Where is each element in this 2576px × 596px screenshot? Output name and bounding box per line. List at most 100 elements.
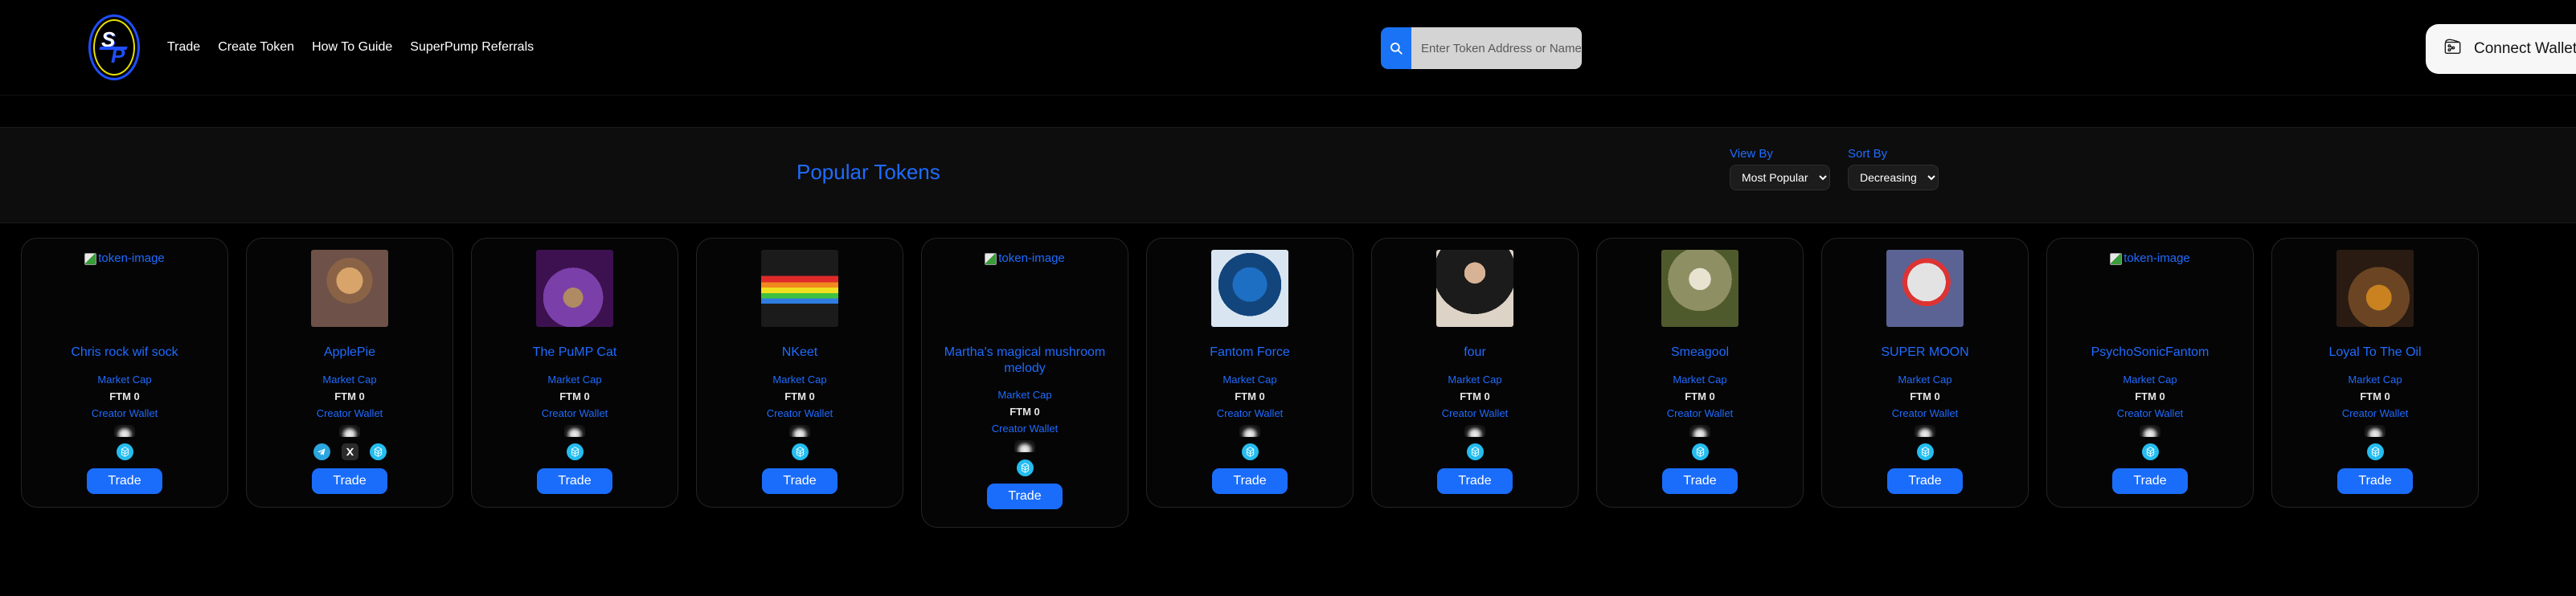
main-navigation: Trade Create Token How To Guide SuperPum… [167, 40, 534, 55]
token-name[interactable]: Chris rock wif sock [31, 345, 218, 361]
market-cap-value: FTM 0 [334, 390, 365, 402]
trade-button[interactable]: Trade [987, 484, 1063, 510]
social-links [1466, 443, 1484, 461]
broken-image-icon [985, 253, 997, 265]
search-icon[interactable] [1381, 27, 1411, 69]
token-name[interactable]: NKeet [706, 345, 893, 361]
token-name[interactable]: four [1382, 345, 1568, 361]
connect-wallet-label: Connect Wallet [2474, 40, 2576, 57]
creator-wallet-label: Creator Wallet [2341, 406, 2409, 419]
social-links [1691, 443, 1709, 461]
trade-button[interactable]: Trade [762, 467, 838, 494]
token-card[interactable]: Fantom Force Market Cap FTM 0 Creator Walle… [1146, 238, 1354, 508]
fantom-icon[interactable] [1466, 443, 1484, 461]
creator-avatar[interactable] [564, 424, 585, 437]
token-search-bar[interactable] [1381, 27, 1582, 69]
nav-create-token[interactable]: Create Token [218, 40, 294, 55]
token-card[interactable]: token-image Martha's magical mushroom mel… [921, 238, 1128, 529]
creator-wallet-label: Creator Wallet [991, 423, 1059, 435]
token-card[interactable]: Smeagool Market Cap FTM 0 Creator Wallet Tra… [1596, 238, 1804, 508]
search-input[interactable] [1411, 27, 1582, 69]
nav-trade[interactable]: Trade [167, 40, 200, 55]
market-cap-label: Market Cap [772, 373, 827, 386]
token-name[interactable]: The PuMP Cat [481, 345, 668, 361]
social-links [2141, 443, 2159, 461]
x-icon[interactable] [341, 443, 358, 461]
fantom-icon[interactable] [116, 443, 133, 461]
fantom-icon[interactable] [1916, 443, 1934, 461]
creator-wallet-label: Creator Wallet [1216, 406, 1284, 419]
logo-inner-ring: S P [93, 19, 135, 76]
token-card[interactable]: ApplePie Market Cap FTM 0 Creator Wallet Tra… [246, 238, 453, 508]
token-name[interactable]: Fantom Force [1157, 345, 1343, 361]
creator-wallet-label: Creator Wallet [1441, 406, 1509, 419]
market-cap-label: Market Cap [1448, 373, 1502, 386]
nav-superpump-referrals[interactable]: SuperPump Referrals [410, 40, 534, 55]
token-card[interactable]: token-image Chris rock wif sock Market Cap… [21, 238, 228, 508]
token-name[interactable]: Martha's magical mushroom melody [932, 345, 1118, 376]
token-image-broken: token-image [2057, 250, 2243, 327]
token-card[interactable]: Loyal To The Oil Market Cap FTM 0 Creator W… [2271, 238, 2479, 508]
creator-avatar[interactable] [2140, 424, 2160, 437]
fantom-icon[interactable] [1691, 443, 1709, 461]
trade-button[interactable]: Trade [537, 467, 612, 494]
token-card[interactable]: The PuMP Cat Market Cap FTM 0 Creator Walle… [471, 238, 678, 508]
trade-button[interactable]: Trade [1887, 467, 1963, 494]
trade-button[interactable]: Trade [1212, 467, 1288, 494]
creator-wallet-label: Creator Wallet [766, 406, 833, 419]
creator-avatar[interactable] [114, 424, 135, 437]
trade-button[interactable]: Trade [2337, 467, 2413, 494]
token-name[interactable]: ApplePie [256, 345, 443, 361]
superpump-logo[interactable]: S P [88, 14, 140, 80]
creator-avatar[interactable] [339, 424, 360, 437]
market-cap-label: Market Cap [1673, 373, 1727, 386]
fantom-icon[interactable] [2141, 443, 2159, 461]
view-by-label: View By [1730, 147, 1773, 161]
fantom-icon[interactable] [791, 443, 809, 461]
trade-button[interactable]: Trade [312, 467, 387, 494]
token-image [311, 250, 388, 327]
market-cap-value: FTM 0 [784, 390, 815, 402]
view-by-select[interactable]: Most Popular [1730, 165, 1830, 190]
connect-wallet-button[interactable]: Connect Wallet [2426, 24, 2576, 74]
token-name[interactable]: PsychoSonicFantom [2057, 345, 2243, 361]
token-image [1211, 250, 1288, 327]
creator-avatar[interactable] [1915, 424, 1935, 437]
market-cap-value: FTM 0 [1685, 390, 1715, 402]
fantom-icon[interactable] [2366, 443, 2384, 461]
trade-button[interactable]: Trade [1437, 467, 1513, 494]
sort-by-select[interactable]: Decreasing [1848, 165, 1939, 190]
creator-avatar[interactable] [1239, 424, 1260, 437]
telegram-icon[interactable] [313, 443, 330, 461]
creator-avatar[interactable] [789, 424, 810, 437]
trade-button[interactable]: Trade [2112, 467, 2188, 494]
market-cap-value: FTM 0 [109, 390, 140, 402]
creator-avatar[interactable] [1464, 424, 1485, 437]
social-links [1916, 443, 1934, 461]
token-card[interactable]: NKeet Market Cap FTM 0 Creator Wallet Trade [696, 238, 903, 508]
fantom-icon[interactable] [369, 443, 387, 461]
nav-how-to-guide[interactable]: How To Guide [312, 40, 392, 55]
fantom-icon[interactable] [566, 443, 584, 461]
token-card[interactable]: SUPER MOON Market Cap FTM 0 Creator Wallet T… [1821, 238, 2029, 508]
creator-avatar[interactable] [1014, 440, 1035, 453]
token-card[interactable]: four Market Cap FTM 0 Creator Wallet Trade [1371, 238, 1579, 508]
token-card[interactable]: token-image PsychoSonicFantom Market Cap FT… [2046, 238, 2254, 508]
creator-avatar[interactable] [2365, 424, 2386, 437]
token-name[interactable]: Smeagool [1607, 345, 1793, 361]
token-name[interactable]: SUPER MOON [1832, 345, 2018, 361]
trade-button[interactable]: Trade [87, 467, 162, 494]
creator-wallet-label: Creator Wallet [541, 406, 608, 419]
token-name[interactable]: Loyal To The Oil [2282, 345, 2468, 361]
fantom-icon[interactable] [1241, 443, 1259, 461]
market-cap-value: FTM 0 [1910, 390, 1940, 402]
broken-image-alt-text: token-image [98, 251, 165, 265]
market-cap-value: FTM 0 [559, 390, 590, 402]
token-image [536, 250, 613, 327]
sort-by-group: Sort By Decreasing [1848, 147, 1939, 190]
trade-button[interactable]: Trade [1662, 467, 1738, 494]
token-image-broken: token-image [932, 250, 1118, 327]
fantom-icon[interactable] [1016, 459, 1034, 476]
creator-wallet-label: Creator Wallet [1891, 406, 1959, 419]
creator-avatar[interactable] [1689, 424, 1710, 437]
